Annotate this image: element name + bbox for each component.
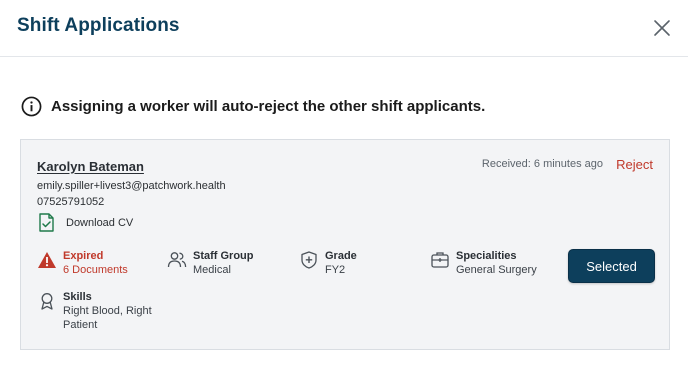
- download-cv-link[interactable]: Download CV: [38, 213, 133, 232]
- medical-bag-icon: [431, 252, 449, 268]
- specialities-value: General Surgery: [456, 264, 537, 276]
- auto-reject-notice: Assigning a worker will auto-reject the …: [21, 95, 485, 117]
- modal-header: Shift Applications: [0, 0, 688, 57]
- info-icon: [21, 96, 42, 116]
- skills-label: Skills: [63, 291, 92, 303]
- warning-icon: [38, 252, 56, 268]
- received-time: Received: 6 minutes ago: [481, 158, 603, 170]
- skills-field: Skills Right Blood, Right Patient: [37, 290, 171, 332]
- shield-plus-icon: [301, 251, 317, 269]
- award-icon: [41, 293, 53, 310]
- status-value: 6 Documents: [63, 264, 128, 276]
- close-icon[interactable]: [652, 18, 672, 38]
- staff-group-field: Staff Group Medical: [167, 249, 254, 277]
- download-cv-label: Download CV: [66, 216, 134, 229]
- selected-button[interactable]: Selected: [568, 249, 655, 283]
- grade-label: Grade: [325, 250, 357, 262]
- staff-group-value: Medical: [193, 264, 231, 276]
- skills-value: Right Blood, Right Patient: [63, 305, 152, 331]
- status-label: Expired: [63, 250, 104, 262]
- grade-field: Grade FY2: [299, 249, 357, 277]
- applicant-email: emily.spiller+livest3@patchwork.health: [37, 180, 226, 192]
- document-check-icon: [39, 213, 54, 232]
- applicant-name-link[interactable]: Karolyn Bateman: [37, 159, 144, 174]
- specialities-label: Specialities: [456, 250, 517, 262]
- specialities-field: Specialities General Surgery: [430, 249, 537, 277]
- modal-title: Shift Applications: [17, 15, 180, 36]
- reject-button[interactable]: Reject: [616, 157, 653, 172]
- applicant-card: Karolyn Bateman emily.spiller+livest3@pa…: [20, 139, 670, 350]
- applicant-phone: 07525791052: [37, 196, 105, 208]
- people-icon: [167, 252, 187, 268]
- documents-status[interactable]: Expired 6 Documents: [37, 249, 128, 277]
- notice-text: Assigning a worker will auto-reject the …: [51, 97, 486, 115]
- grade-value: FY2: [325, 264, 346, 276]
- staff-group-label: Staff Group: [193, 250, 254, 262]
